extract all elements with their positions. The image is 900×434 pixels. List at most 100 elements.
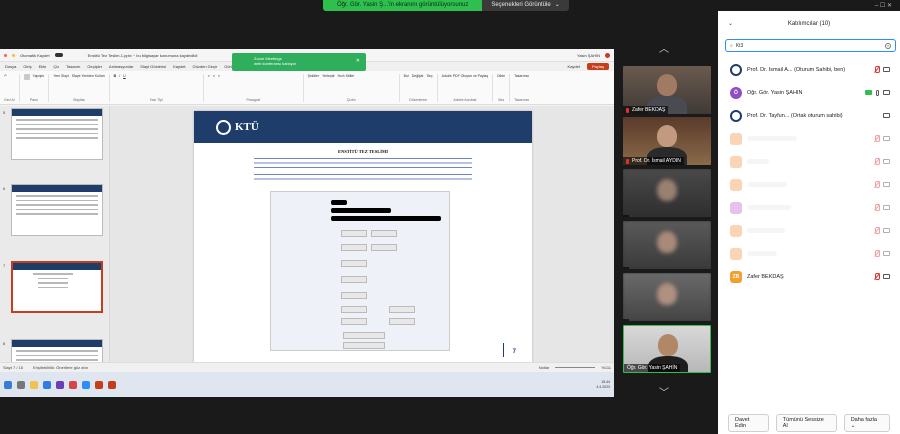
camera-icon[interactable] [883,90,890,95]
share-button[interactable]: Paylaş [586,63,609,70]
slide-thumbnail[interactable] [11,108,103,160]
zoom-icon[interactable] [82,380,90,389]
menu-kaydet[interactable]: Kaydet [173,64,185,69]
invite-button[interactable]: Davet Edin [728,414,769,432]
participant-row[interactable] [718,150,900,173]
view-options-button[interactable]: Seçenekleri Görüntüle ⌄ [482,0,569,11]
video-tile-4[interactable] [623,221,711,269]
muted-mic-icon[interactable] [874,250,880,257]
menu-giris[interactable]: Giriş [23,64,31,69]
menu-ciz[interactable]: Çiz [53,64,59,69]
explorer-icon[interactable] [30,380,38,389]
italic-button[interactable]: I [119,74,120,78]
powerpoint-icon[interactable] [108,380,116,389]
slide-thumbnails-pane[interactable]: 5 6 7 8 [0,106,110,372]
zoom-meeting-toast[interactable]: Zoom Meetings web konferansı katılıyor ✕ [232,53,366,71]
participant-row[interactable]: Prof. Dr. Tayfun... (Ortak oturum sahibi… [718,104,900,127]
notes-button[interactable]: Notlar [539,365,550,370]
chevron-down-icon[interactable]: ﹀ [659,384,669,399]
minimize-dot-icon[interactable] [12,53,15,57]
undo-icon[interactable]: ↶ [4,74,7,78]
chevron-up-icon[interactable]: ︿ [659,40,669,55]
menu-tasarim[interactable]: Tasarım [66,64,80,69]
muted-mic-icon[interactable] [874,273,880,280]
new-slide-button[interactable]: Yeni Slayt [53,74,68,78]
bold-button[interactable]: B [114,74,117,78]
participant-row[interactable] [718,242,900,265]
clear-search-icon[interactable]: × [885,42,891,49]
slide-thumbnail-active[interactable] [11,261,103,313]
user-name[interactable]: Yasin ŞAHİN [577,53,600,58]
slide-thumbnail[interactable] [11,184,103,236]
chrome-icon[interactable] [69,380,77,389]
quick-styles-button[interactable]: Hızlı Stiller [338,74,355,78]
menu-dosya[interactable]: Dosya [5,64,16,69]
paste-button[interactable]: Yapıştır [33,74,45,80]
start-icon[interactable] [4,380,12,389]
menu-ekle[interactable]: Ekle [39,64,47,69]
collapse-chevron-icon[interactable]: ⌄ [728,20,733,27]
muted-mic-icon[interactable] [874,66,880,73]
shapes-button[interactable]: Şekiller [308,74,319,78]
participant-row[interactable] [718,219,900,242]
menu-slayt-gosterisi[interactable]: Slayt Gösterisi [140,64,166,69]
more-button[interactable]: Daha fazla ⌄ [843,414,890,432]
visual-studio-icon[interactable] [56,380,64,389]
replace-button[interactable]: Değiştir [412,74,424,78]
video-tile-zafer[interactable]: Zafer BEKDAŞ [623,66,711,114]
mute-all-button[interactable]: Tümünü Sessize Al [775,414,837,432]
window-controls[interactable]: – ☐ ✕ [875,2,892,9]
user-avatar-icon[interactable] [605,52,610,58]
align-left-icon[interactable]: ≡ [208,74,210,78]
camera-icon[interactable] [883,228,890,233]
close-icon[interactable]: ✕ [356,59,360,64]
search-icon[interactable] [17,380,25,389]
participant-row[interactable]: Ö Öğr. Gör. Yasin ŞAHİN [718,81,900,104]
muted-mic-icon[interactable] [874,204,880,211]
menu-gozden-gecir[interactable]: Gözden Geçir [193,64,218,69]
find-button[interactable]: Bul [404,74,409,78]
camera-icon[interactable] [883,136,890,141]
camera-icon[interactable] [883,251,890,256]
arrange-button[interactable]: Yerleştir [322,74,335,78]
muted-mic-icon[interactable] [874,135,880,142]
close-dot-icon[interactable] [4,53,7,57]
edge-icon[interactable] [43,380,51,389]
powerpoint-icon[interactable] [95,380,103,389]
video-tile-yasin[interactable]: Öğr. Gör. Yasin ŞAHİN [623,325,711,373]
zoom-slider[interactable] [555,367,596,368]
designer-button[interactable]: Tasarımcı [514,74,529,78]
participant-search-input[interactable]: ⌕ Kt3 × [725,39,896,52]
current-slide[interactable]: KTÜ ENSTİTÜ TEZ TESLİMİ 7 [194,111,532,363]
video-tile-ismail[interactable]: Prof. Dr. İsmail AYDIN [623,117,711,165]
align-right-icon[interactable]: ≡ [218,74,220,78]
video-tile-5[interactable] [623,273,711,321]
participant-row[interactable]: ZB Zafer BEKDAŞ [718,265,900,288]
camera-icon[interactable] [883,113,890,118]
camera-icon[interactable] [883,205,890,210]
mic-icon[interactable] [876,89,879,96]
muted-mic-icon[interactable] [874,227,880,234]
record-button[interactable]: Kaydet [568,64,580,69]
menu-animasyonlar[interactable]: Animasyonlar [109,64,133,69]
align-center-icon[interactable]: ≡ [213,74,215,78]
select-button[interactable]: Seç [427,74,433,78]
participant-row[interactable] [718,127,900,150]
autosave-toggle[interactable] [54,53,63,57]
participant-row[interactable]: Prof. Dr. İsmail A... (Oturum Sahibi, be… [718,58,900,81]
video-tile-3[interactable] [623,169,711,217]
accessibility-status[interactable]: Erişilebilirlik: Önerilere göz atın [33,365,88,370]
muted-mic-icon[interactable] [874,158,880,165]
muted-mic-icon[interactable] [874,181,880,188]
camera-icon[interactable] [883,67,890,72]
camera-icon[interactable] [883,159,890,164]
zoom-level[interactable]: %111 [601,365,611,370]
slide-editor[interactable]: KTÜ ENSTİTÜ TEZ TESLİMİ 7 [110,106,614,372]
camera-icon[interactable] [883,274,890,279]
menu-gecisler[interactable]: Geçişler [87,64,102,69]
dictate-button[interactable]: Dikte [497,74,505,78]
participant-row[interactable] [718,196,900,219]
underline-button[interactable]: U [123,74,126,78]
reuse-slide-button[interactable]: Slaytı Yeniden Kullan [72,74,105,78]
participant-row[interactable] [718,173,900,196]
